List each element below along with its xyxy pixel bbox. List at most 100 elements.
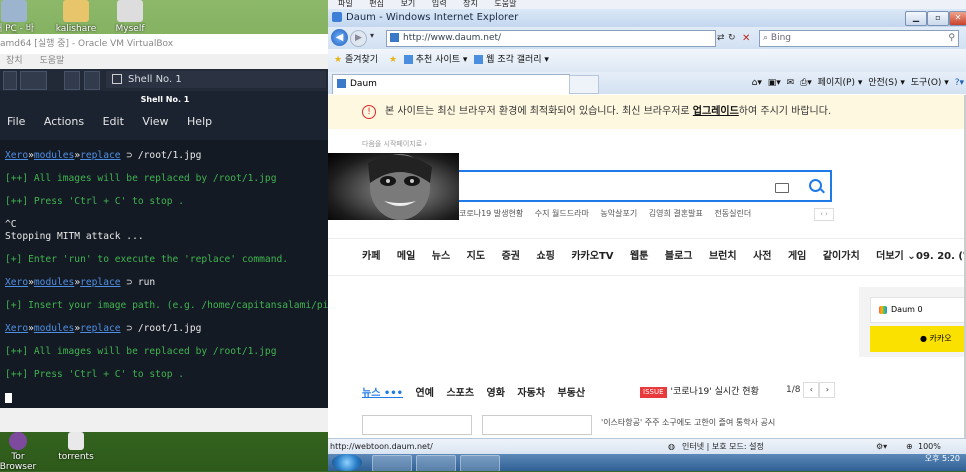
nav-more[interactable]: 더보기 ⌄ <box>876 251 915 262</box>
trend-item[interactable]: 전동실린더 <box>714 209 751 218</box>
nav-mail[interactable]: 메일 <box>397 251 415 262</box>
url-input[interactable]: http://www.daum.net/ <box>386 30 716 47</box>
menu-file[interactable]: File <box>7 115 25 128</box>
home-icon[interactable]: ⌂▾ <box>752 78 762 88</box>
browser-notice-banner: ! 본 사이트는 최신 브라우저 환경에 최적화되어 있습니다. 최신 브라우저… <box>328 95 964 129</box>
nav-game[interactable]: 게임 <box>788 251 806 262</box>
nav-dictionary[interactable]: 사전 <box>753 251 771 262</box>
close-button[interactable]: ✕ <box>949 11 966 26</box>
desktop-icon-torrents[interactable]: torrents <box>54 432 98 462</box>
trend-item[interactable]: 김영희 결혼발표 <box>649 209 703 218</box>
protected-mode-icon[interactable]: ⚙▾ <box>876 439 887 455</box>
taskbar-clock[interactable]: 오후 5:20 <box>925 454 960 464</box>
tab-sports[interactable]: 스포츠 <box>446 388 474 399</box>
previous-button[interactable]: ‹ <box>803 382 820 398</box>
tab-entertainment[interactable]: 연예 <box>416 388 434 399</box>
feeds-icon[interactable]: ▣▾ <box>768 78 781 88</box>
tab-movie[interactable]: 영화 <box>487 388 505 399</box>
news-headline[interactable]: '이스타항공' 주주 소구에도 고한이 즐여 통학사 공시 <box>601 417 775 428</box>
nav-stock[interactable]: 증권 <box>502 251 520 262</box>
tor-icon <box>9 432 27 450</box>
tab-daum[interactable]: Daum <box>332 74 570 94</box>
daum-search-input[interactable] <box>459 170 832 202</box>
safety-menu[interactable]: 안전(S) ▾ <box>868 78 905 88</box>
print-icon[interactable]: ⎙▾ <box>800 78 812 88</box>
refresh-icon[interactable]: ↻ <box>728 30 736 47</box>
search-input[interactable]: ⌕ Bing ⚲ <box>759 30 959 47</box>
security-zone[interactable]: 인터넷 | 보호 모드: 설정 <box>682 439 764 455</box>
host-menu-input[interactable]: 입력 <box>432 0 447 8</box>
stop-button[interactable]: ✕ <box>742 30 750 47</box>
daum-login-button[interactable]: Daum 0 <box>870 297 964 323</box>
menu-help[interactable]: Help <box>187 115 212 128</box>
issue-ticker[interactable]: ISSUE '코로나19' 실시간 현황 <box>640 384 759 398</box>
set-start-page-link[interactable]: 다음을 시작페이지로 › <box>362 139 427 149</box>
zoom-level[interactable]: 100% <box>918 439 941 455</box>
taskbar-media-player-icon[interactable] <box>460 455 500 471</box>
host-menu-devices[interactable]: 장치 <box>463 0 478 8</box>
guest-app-button[interactable] <box>20 71 47 90</box>
card[interactable] <box>482 415 592 435</box>
desktop-icon-kalishare[interactable]: kalishare <box>54 0 98 34</box>
file-icon <box>68 432 84 450</box>
menu-item-devices[interactable]: 장치 <box>6 56 23 66</box>
maximize-button[interactable]: ▫ <box>927 11 949 26</box>
forward-button[interactable]: ▶ <box>350 30 367 47</box>
host-menu-edit[interactable]: 편집 <box>369 0 384 8</box>
search-icon[interactable] <box>809 179 822 192</box>
new-tab-button[interactable] <box>569 75 599 94</box>
nav-cafe[interactable]: 카페 <box>362 251 380 262</box>
menu-edit[interactable]: Edit <box>103 115 124 128</box>
menu-item-help[interactable]: 도움말 <box>39 56 64 66</box>
start-button[interactable] <box>332 454 362 471</box>
trend-item[interactable]: 코로나19 발생현황 <box>459 209 523 218</box>
tools-menu[interactable]: 도구(O) ▾ <box>911 78 949 88</box>
history-dropdown-icon[interactable]: ▾ <box>370 31 374 40</box>
nav-webtoon[interactable]: 웹툰 <box>630 251 648 262</box>
guest-app-button[interactable] <box>84 71 100 90</box>
back-button[interactable]: ◀ <box>331 29 348 46</box>
terminal-line: [+] Enter 'run' to execute the 'replace'… <box>5 254 289 265</box>
nav-blog[interactable]: 블로그 <box>665 251 693 262</box>
guest-app-button[interactable] <box>64 71 80 90</box>
favorites-button[interactable]: 즐겨찾기 <box>345 55 378 65</box>
overlay-face-image <box>328 153 459 220</box>
mail-icon[interactable]: ✉ <box>787 78 795 88</box>
nav-news[interactable]: 뉴스 <box>432 251 450 262</box>
tab-news[interactable]: 뉴스 ••• <box>362 388 403 399</box>
trend-pager[interactable]: ‹ › <box>814 208 834 221</box>
taskbar-explorer-icon[interactable] <box>416 455 456 471</box>
keyboard-icon[interactable] <box>775 183 789 193</box>
tab-car[interactable]: 자동차 <box>517 388 545 399</box>
add-favorite-icon[interactable]: ★ <box>389 55 397 65</box>
taskbar-shell-tab[interactable]: Shell No. 1 <box>106 71 326 88</box>
next-button[interactable]: › <box>819 382 836 398</box>
nav-map[interactable]: 지도 <box>467 251 485 262</box>
menu-view[interactable]: View <box>142 115 168 128</box>
host-menu-view[interactable]: 보기 <box>401 0 416 8</box>
taskbar-ie-icon[interactable] <box>372 455 412 471</box>
trend-item[interactable]: 농악살포기 <box>600 209 637 218</box>
nav-shopping[interactable]: 쇼핑 <box>536 251 554 262</box>
help-icon[interactable]: ?▾ <box>955 78 964 88</box>
web-slice-gallery-link[interactable]: 웹 조각 갤러리 ▾ <box>486 55 549 65</box>
host-menu-help[interactable]: 도움말 <box>494 0 516 8</box>
nav-kakaotv[interactable]: 카카오TV <box>571 251 613 262</box>
card[interactable] <box>362 415 472 435</box>
upgrade-link[interactable]: 업그레이드 <box>693 106 739 117</box>
tab-realestate[interactable]: 부동산 <box>558 388 586 399</box>
desktop-icon-tor-browser[interactable]: Tor Browser <box>0 432 40 472</box>
suggested-sites-link[interactable]: 추천 사이트 ▾ <box>416 55 468 65</box>
kakao-login-button[interactable]: ● 카카오 <box>870 326 964 352</box>
guest-app-button[interactable] <box>3 71 17 90</box>
menu-actions[interactable]: Actions <box>44 115 84 128</box>
desktop-icon-myself[interactable]: Myself <box>108 0 152 34</box>
trend-item[interactable]: 수지 월드드라마 <box>535 209 589 218</box>
refresh-button[interactable]: ⇄ <box>717 30 725 47</box>
host-menu-file[interactable]: 파일 <box>338 0 353 8</box>
search-icon[interactable]: ⚲ <box>948 31 955 46</box>
nav-together[interactable]: 같이가치 <box>823 251 860 262</box>
page-menu[interactable]: 페이지(P) ▾ <box>818 78 863 88</box>
minimize-button[interactable]: ▁ <box>905 11 927 26</box>
nav-brunch[interactable]: 브런치 <box>709 251 737 262</box>
